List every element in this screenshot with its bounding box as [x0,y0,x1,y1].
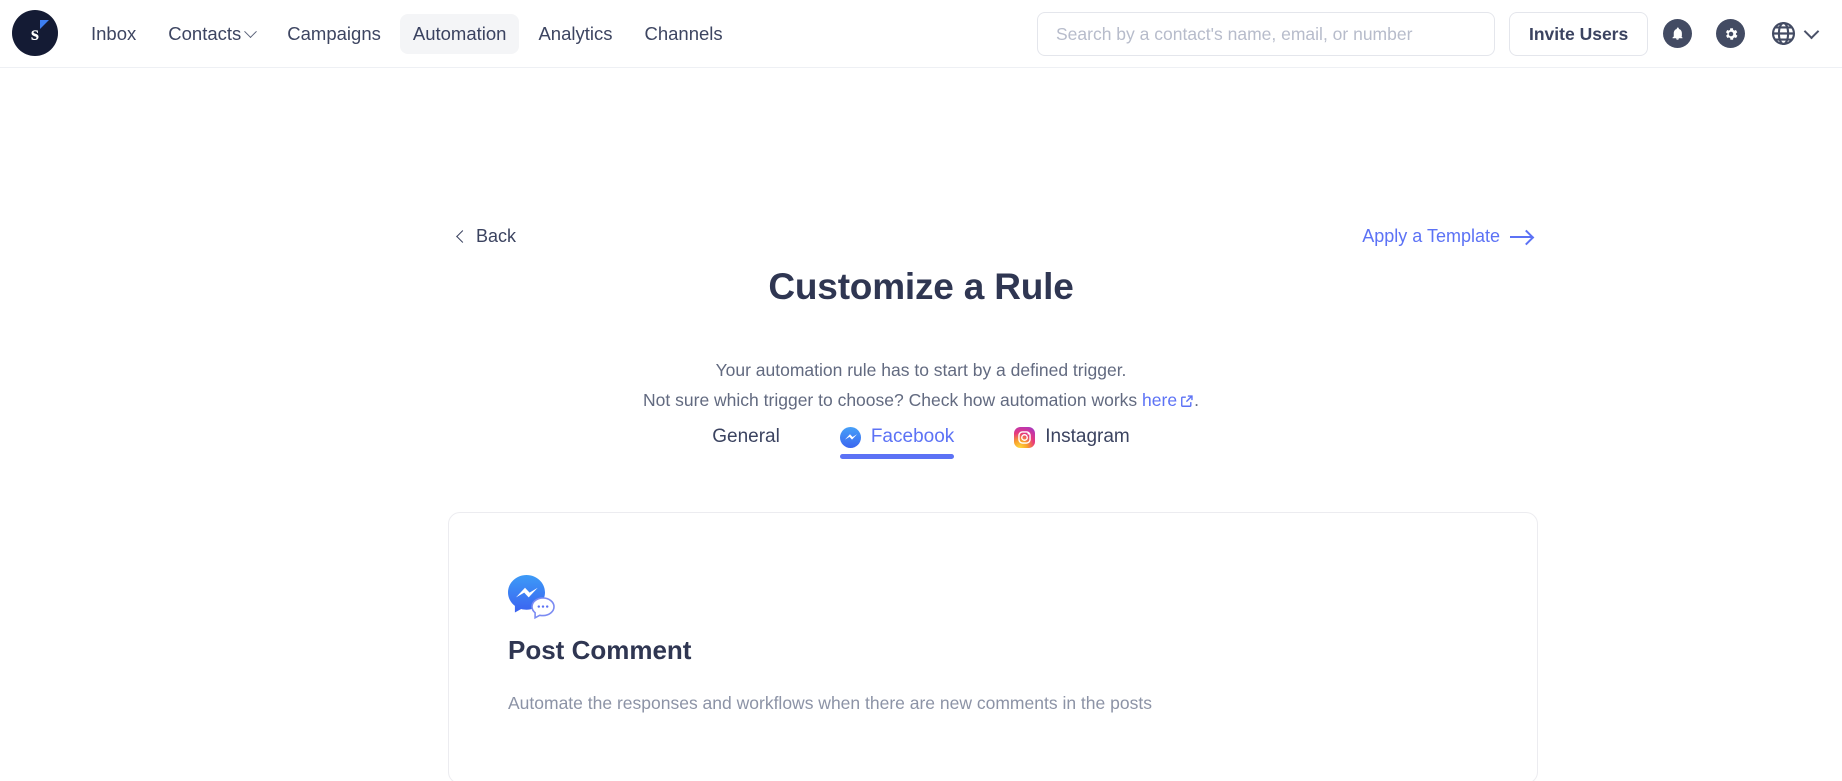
nav-item-label: Campaigns [287,23,381,44]
trigger-card-post-comment[interactable]: Post Comment Automate the responses and … [448,512,1538,781]
bell-glyph [1672,27,1683,40]
apply-template-label: Apply a Template [1362,226,1500,246]
nav-item-inbox[interactable]: Inbox [78,14,149,54]
chevron-left-icon [456,230,469,243]
nav-item-label: Contacts [168,23,242,44]
nav-item-campaigns[interactable]: Campaigns [274,14,394,54]
globe-icon[interactable] [1770,20,1797,47]
arrow-right-icon [1510,235,1532,238]
automation-docs-link[interactable]: here [1142,390,1177,410]
nav-item-channels[interactable]: Channels [631,14,735,54]
brand-logo-letter: s [30,20,40,45]
page-title: Customize a Rule [768,266,1074,307]
messenger-icon [839,426,861,448]
tab-label: Facebook [870,426,955,447]
nav-item-label: Analytics [538,23,613,44]
language-chevron-down-icon[interactable] [1803,23,1820,40]
tab-facebook[interactable]: Facebook [839,426,955,459]
nav-item-contacts[interactable]: Contacts [155,14,268,54]
nav-item-label: Channels [644,23,723,44]
main-nav: Inbox Contacts Campaigns Automation Analytic… [78,0,736,68]
top-navigation-bar: s Inbox Contacts Campaigns Automation Analyt… [0,0,1842,68]
messenger-comment-icon [508,575,555,620]
subtitle-line-2: Not sure which trigger to choose? Check … [0,385,1842,415]
subtitle-line-2-prefix: Not sure which trigger to choose? Check … [643,390,1143,410]
tab-label: General [712,426,780,447]
page-subtitle: Your automation rule has to start by a d… [0,355,1842,415]
search-input[interactable] [1037,12,1495,56]
back-button-label: Back [476,226,517,246]
trigger-card-title: Post Comment [508,635,692,665]
nav-item-label: Automation [412,23,507,44]
tab-label: Instagram [1045,426,1130,447]
nav-item-analytics[interactable]: Analytics [525,14,625,54]
invite-users-button[interactable]: Invite Users [1509,12,1649,56]
tab-general[interactable]: General [712,426,780,459]
chevron-down-icon[interactable] [244,24,258,38]
brand-logo[interactable]: s [12,10,58,56]
nav-item-automation[interactable]: Automation [399,14,520,54]
tab-instagram[interactable]: Instagram [1014,426,1130,459]
subtitle-line-2-suffix: . [1194,390,1199,410]
notifications-bell-icon[interactable] [1663,19,1692,48]
apply-template-link[interactable]: Apply a Template [1362,226,1532,247]
back-button[interactable]: Back [456,226,517,247]
channel-tabs: General Facebook Instagram [0,426,1842,459]
page-content: Back Apply a Template Customize a Rule Y… [0,68,1842,781]
gear-glyph [1725,27,1737,40]
trigger-card-description: Automate the responses and workflows whe… [508,693,1152,713]
brand-logo-accent-icon [40,20,49,29]
settings-gear-icon[interactable] [1716,19,1745,48]
nav-item-label: Inbox [91,23,137,44]
external-link-icon[interactable] [1180,394,1194,408]
instagram-icon [1014,426,1036,448]
subtitle-line-1: Your automation rule has to start by a d… [715,360,1127,380]
